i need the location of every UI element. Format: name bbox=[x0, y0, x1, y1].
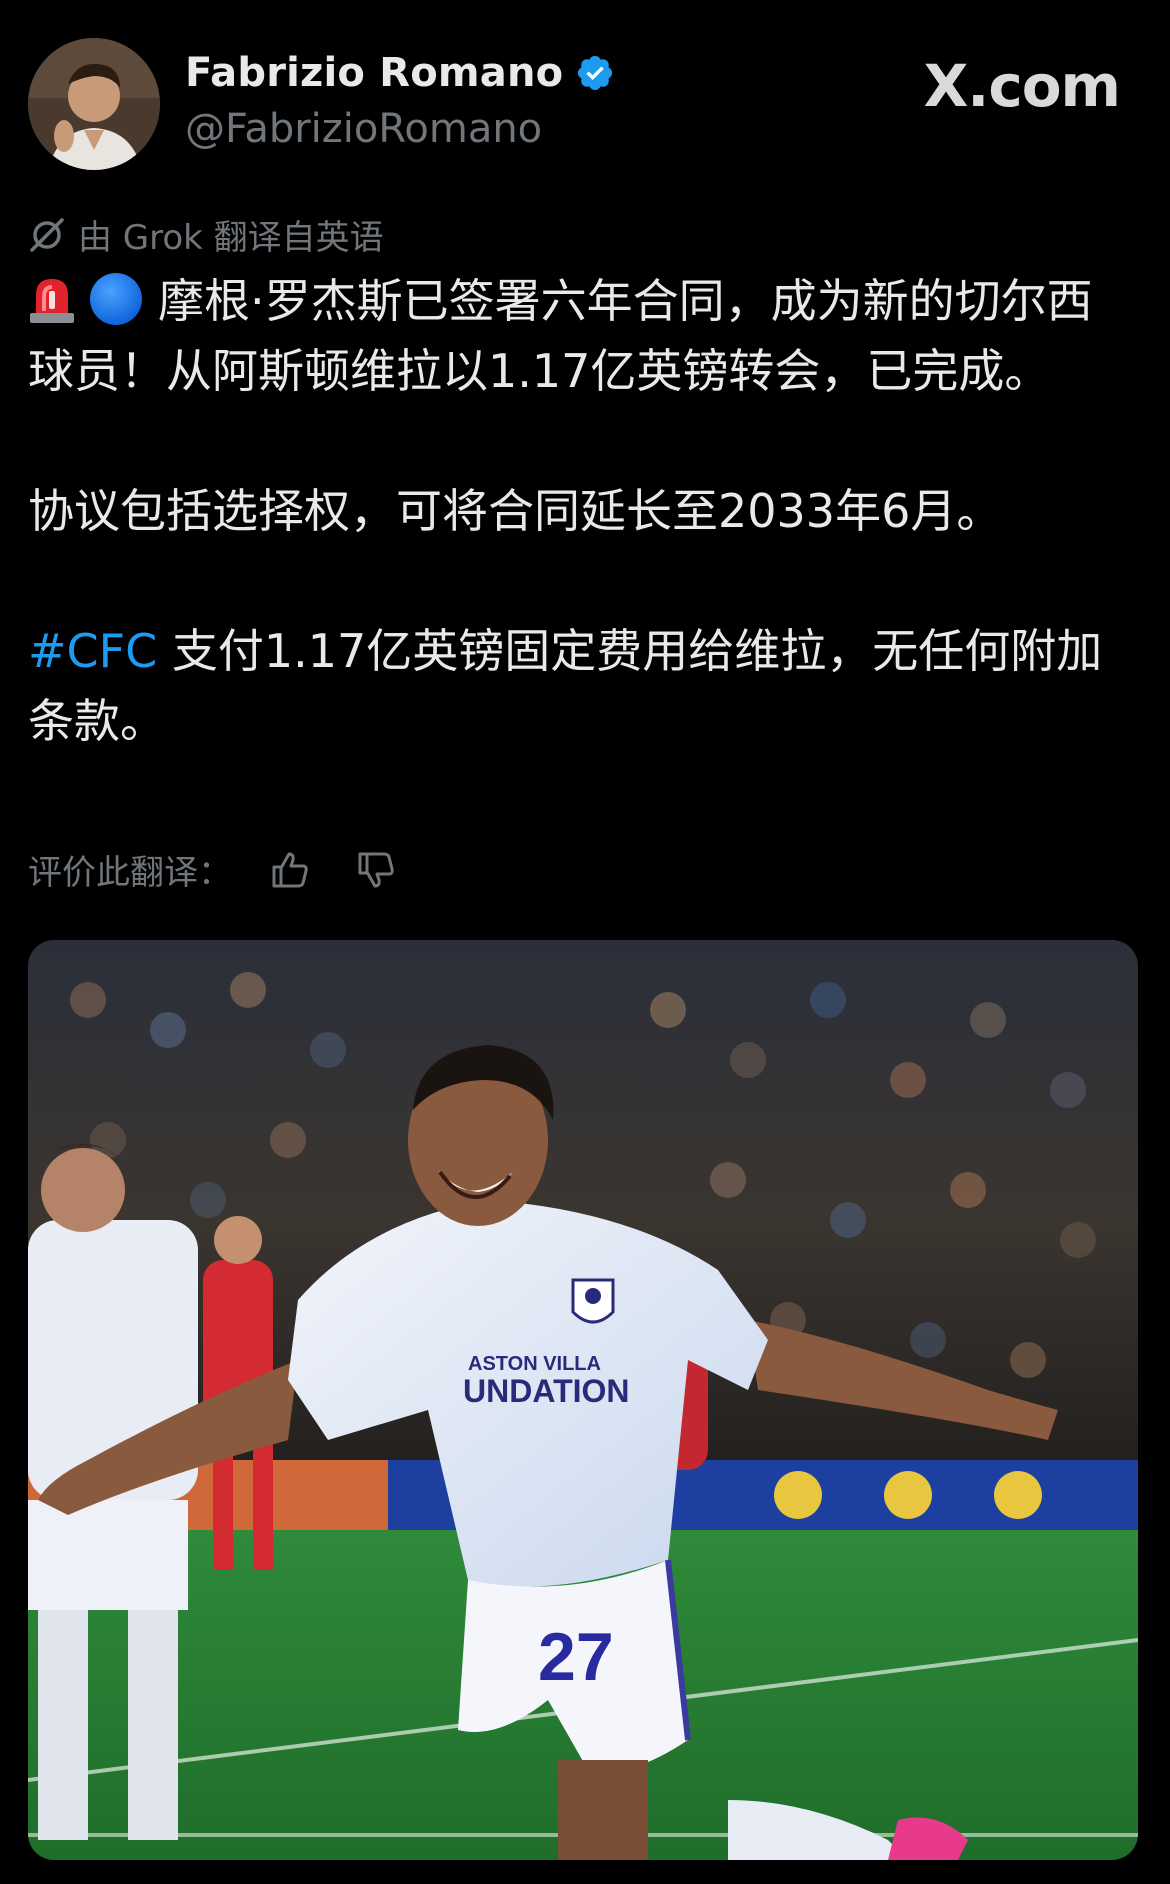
tweet-text: 摩根·罗杰斯已签署六年合同，成为新的切尔西球员！从阿斯顿维拉以1.17亿英镑转会… bbox=[28, 266, 1138, 756]
verified-badge-icon bbox=[575, 53, 615, 93]
tweet-paragraph-2: 协议包括选择权，可将合同延长至2033年6月。 bbox=[28, 484, 1003, 538]
jersey-sponsor-line2: UNDATION bbox=[463, 1373, 630, 1409]
author-avatar[interactable] bbox=[28, 38, 160, 170]
thumbs-down-button[interactable] bbox=[352, 846, 400, 894]
author-name-row: Fabrizio Romano bbox=[185, 50, 615, 96]
tweet-paragraph-3: #CFC 支付1.17亿英镑固定费用给维拉，无任何附加条款。 bbox=[28, 616, 1138, 756]
tweet-screenshot: Fabrizio Romano @FabrizioRomano X.com 由 … bbox=[0, 0, 1170, 1884]
author-display-name[interactable]: Fabrizio Romano bbox=[185, 50, 563, 96]
player-celebration-photo: ASTON VILLA UNDATION 27 bbox=[28, 940, 1138, 1860]
thumbs-down-icon bbox=[358, 852, 394, 887]
grok-icon bbox=[28, 216, 66, 254]
jersey-sponsor-line1: ASTON VILLA bbox=[468, 1353, 601, 1375]
jersey-number: 27 bbox=[538, 1619, 614, 1695]
rate-translation-label: 评价此翻译： bbox=[28, 853, 232, 893]
tweet-paragraph-1-text: 摩根·罗杰斯已签署六年合同，成为新的切尔西球员！从阿斯顿维拉以1.17亿英镑转会… bbox=[28, 274, 1093, 398]
translation-credit-text: 由 Grok 翻译自英语 bbox=[78, 218, 384, 258]
thumbs-up-icon bbox=[272, 852, 308, 887]
tweet-paragraph-3-text: 支付1.17亿英镑固定费用给维拉，无任何附加条款。 bbox=[28, 624, 1103, 748]
translation-credit: 由 Grok 翻译自英语 bbox=[28, 210, 384, 259]
blue-circle-icon bbox=[88, 271, 144, 327]
tweet-header: Fabrizio Romano @FabrizioRomano X.com bbox=[0, 0, 1170, 200]
tweet-media-image[interactable]: ASTON VILLA UNDATION 27 bbox=[28, 940, 1138, 1860]
rotating-light-icon bbox=[28, 273, 76, 325]
thumbs-up-button[interactable] bbox=[266, 846, 314, 894]
site-logo: X.com bbox=[923, 52, 1121, 120]
tweet-paragraph-1: 摩根·罗杰斯已签署六年合同，成为新的切尔西球员！从阿斯顿维拉以1.17亿英镑转会… bbox=[28, 266, 1138, 406]
rate-translation: 评价此翻译： bbox=[28, 845, 438, 894]
hashtag-link[interactable]: #CFC bbox=[28, 624, 157, 678]
author-handle[interactable]: @FabrizioRomano bbox=[185, 106, 542, 152]
